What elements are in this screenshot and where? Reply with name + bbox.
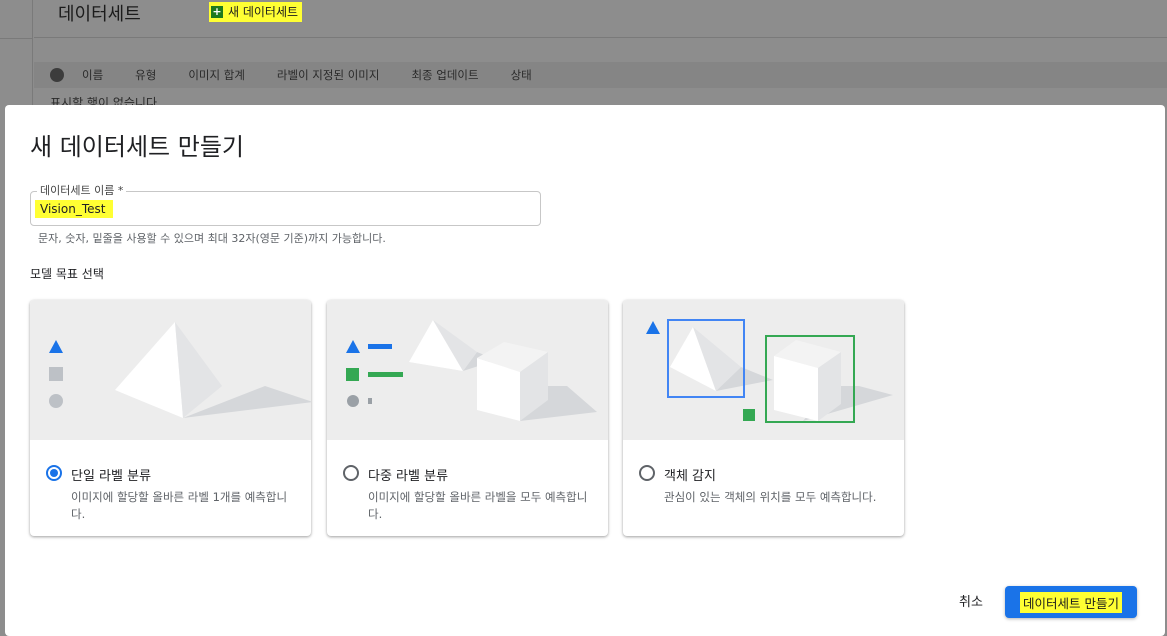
dataset-name-input[interactable] bbox=[35, 200, 113, 218]
option-card-object-detection[interactable]: 객체 감지 관심이 있는 객체의 위치를 모두 예측합니다. bbox=[623, 300, 904, 536]
create-dataset-button[interactable]: 데이터세트 만들기 bbox=[1005, 586, 1137, 618]
page-header: 데이터세트 + 새 데이터세트 bbox=[34, 0, 1167, 38]
square-icon bbox=[346, 368, 359, 381]
plus-icon: + bbox=[211, 4, 223, 18]
object-detection-illustration bbox=[623, 300, 904, 440]
create-dataset-dialog: 새 데이터세트 만들기 데이터세트 이름 * 문자, 숫자, 밑줄을 사용할 수… bbox=[5, 105, 1165, 636]
model-objective-label: 모델 목표 선택 bbox=[30, 267, 104, 281]
triangle-icon bbox=[646, 321, 660, 334]
square-icon bbox=[743, 409, 755, 421]
circle-icon bbox=[347, 395, 359, 407]
select-all-indicator-icon[interactable] bbox=[50, 68, 64, 82]
option-card-multi-label[interactable]: 다중 라벨 분류 이미지에 할당할 올바른 라벨을 모두 예측합니다. bbox=[327, 300, 608, 536]
triangle-icon bbox=[346, 340, 360, 353]
multi-label-illustration bbox=[327, 300, 608, 440]
label-bar-blue bbox=[368, 344, 392, 349]
object-detection-title: 객체 감지 bbox=[664, 469, 716, 484]
multi-label-radio[interactable] bbox=[343, 465, 359, 481]
single-label-description: 이미지에 할당할 올바른 라벨 1개를 예측합니다. bbox=[71, 490, 288, 521]
page-title: 데이터세트 bbox=[58, 4, 141, 25]
dataset-name-field[interactable]: 데이터세트 이름 * bbox=[30, 182, 541, 226]
multi-label-description: 이미지에 할당할 올바른 라벨을 모두 예측합니다. bbox=[368, 490, 588, 521]
single-label-title: 단일 라벨 분류 bbox=[71, 469, 152, 484]
option-card-single-label[interactable]: 단일 라벨 분류 이미지에 할당할 올바른 라벨 1개를 예측합니다. bbox=[30, 300, 311, 536]
object-detection-description: 관심이 있는 객체의 위치를 모두 예측합니다. bbox=[664, 490, 877, 504]
column-header-status[interactable]: 상태 bbox=[511, 67, 532, 83]
label-bar-gray bbox=[368, 398, 372, 404]
dialog-title: 새 데이터세트 만들기 bbox=[30, 133, 244, 161]
circle-icon bbox=[49, 394, 63, 408]
single-label-radio[interactable] bbox=[46, 465, 62, 481]
multi-label-title: 다중 라벨 분류 bbox=[368, 469, 449, 484]
column-header-labeled-images[interactable]: 라벨이 지정된 이미지 bbox=[277, 67, 380, 83]
new-dataset-label: 새 데이터세트 bbox=[228, 5, 299, 19]
pyramid-front bbox=[115, 322, 183, 418]
column-header-type[interactable]: 유형 bbox=[135, 67, 156, 83]
left-rail bbox=[0, 0, 33, 105]
create-dataset-label: 데이터세트 만들기 bbox=[1020, 591, 1122, 613]
new-dataset-button[interactable]: + 새 데이터세트 bbox=[209, 2, 303, 22]
dataset-name-label: 데이터세트 이름 * bbox=[37, 182, 127, 198]
left-rail-divider bbox=[0, 38, 33, 39]
triangle-icon bbox=[49, 340, 63, 353]
object-detection-radio[interactable] bbox=[639, 465, 655, 481]
column-header-total-images[interactable]: 이미지 합계 bbox=[188, 67, 245, 83]
dataset-table-header: 이름 유형 이미지 합계 라벨이 지정된 이미지 최종 업데이트 상태 bbox=[34, 62, 1167, 88]
column-header-last-updated[interactable]: 최종 업데이트 bbox=[411, 67, 478, 83]
cancel-button[interactable]: 취소 bbox=[959, 591, 983, 610]
column-header-name[interactable]: 이름 bbox=[82, 67, 103, 83]
label-bar-green bbox=[368, 372, 403, 377]
square-icon bbox=[49, 367, 63, 381]
dataset-name-hint: 문자, 숫자, 밑줄을 사용할 수 있으며 최대 32자(영문 기준)까지 가능… bbox=[38, 232, 386, 245]
pyramid-side bbox=[175, 322, 222, 418]
single-label-illustration bbox=[30, 300, 311, 440]
